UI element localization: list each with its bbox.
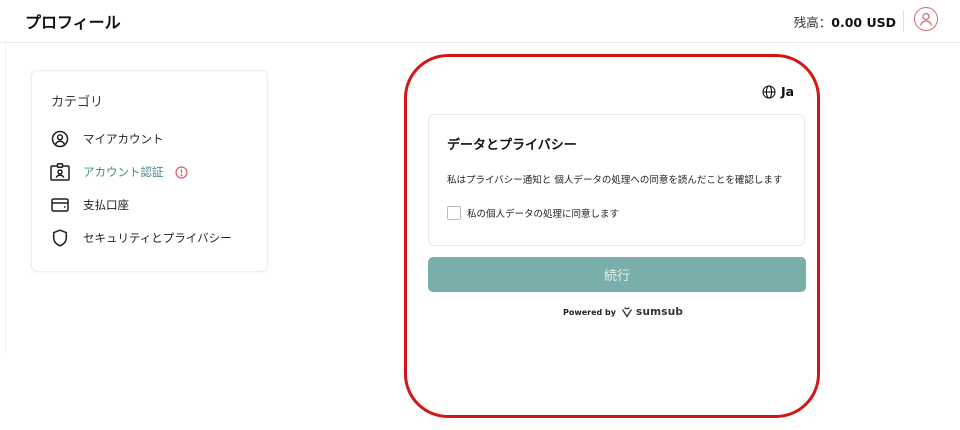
data-privacy-card: データとプライバシー 私はプライバシー通知と 個人データの処理への同意を読んだこ… bbox=[428, 114, 805, 246]
continue-button[interactable]: 続行 bbox=[428, 257, 806, 292]
user-circle-icon bbox=[50, 129, 70, 149]
sumsub-brand: sumsub bbox=[636, 306, 684, 318]
sidebar-item-label: 支払口座 bbox=[83, 198, 129, 212]
category-title: カテゴリ bbox=[51, 95, 104, 110]
language-selector[interactable]: Ja bbox=[762, 84, 794, 99]
sidebar-item-account-verification[interactable]: アカウント認証 bbox=[50, 162, 188, 182]
sidebar-item-label: マイアカウント bbox=[83, 132, 164, 146]
page-title: プロフィール bbox=[25, 13, 121, 32]
sidebar-item-label: セキュリティとプライバシー bbox=[83, 231, 232, 245]
balance-display: 残高：0.00 USD bbox=[794, 12, 896, 31]
consent-row[interactable]: 私の個人データの処理に同意します bbox=[447, 206, 619, 220]
user-icon bbox=[919, 12, 933, 26]
sidebar-item-security-privacy[interactable]: セキュリティとプライバシー bbox=[50, 228, 232, 248]
left-divider bbox=[5, 43, 6, 355]
top-bar: プロフィール 残高：0.00 USD bbox=[0, 0, 960, 43]
sidebar-item-label: アカウント認証 bbox=[83, 165, 164, 179]
consent-checkbox[interactable] bbox=[447, 206, 461, 220]
language-label: Ja bbox=[781, 84, 795, 99]
sidebar-item-my-account[interactable]: マイアカウント bbox=[50, 129, 164, 149]
warning-icon bbox=[174, 165, 188, 179]
powered-by: Powered by sumsub bbox=[563, 306, 683, 318]
sidebar-item-payment-accounts[interactable]: 支払口座 bbox=[50, 195, 129, 215]
globe-icon bbox=[762, 84, 776, 99]
powered-by-label: Powered by bbox=[563, 307, 616, 317]
avatar[interactable] bbox=[914, 7, 938, 31]
data-privacy-title: データとプライバシー bbox=[447, 138, 577, 153]
privacy-notice-text: 私はプライバシー通知と 個人データの処理への同意を読んだことを確認します bbox=[447, 175, 783, 186]
sumsub-logo-icon bbox=[621, 307, 633, 318]
shield-icon bbox=[50, 228, 70, 248]
consent-label: 私の個人データの処理に同意します bbox=[467, 209, 620, 220]
balance-amount: 0.00 USD bbox=[831, 15, 896, 30]
balance-label: 残高： bbox=[793, 15, 832, 30]
category-card: カテゴリ マイアカウント アカウント認証 支払口座 セキュリティとプライバシー bbox=[31, 70, 268, 272]
header-divider bbox=[903, 10, 904, 32]
id-card-icon bbox=[50, 162, 70, 182]
wallet-icon bbox=[50, 195, 70, 215]
